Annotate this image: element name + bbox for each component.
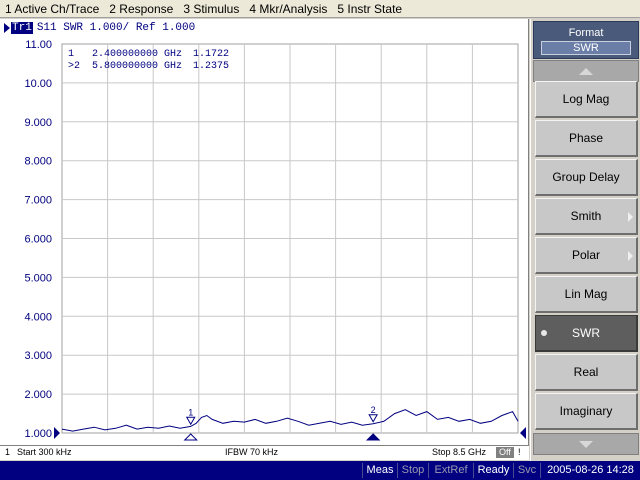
y-tick-label: 8.000: [24, 156, 52, 168]
y-tick-label: 2.000: [24, 389, 52, 401]
softkey-label: Smith: [570, 209, 602, 223]
reference-left-arrow-icon: [54, 427, 60, 439]
menu-item-2[interactable]: 2 Response: [104, 0, 178, 18]
channel-number: 1: [5, 447, 11, 457]
y-tick-label: 5.000: [24, 272, 52, 284]
power-off-indicator: Off: [496, 447, 514, 458]
softkey-label: Lin Mag: [564, 287, 608, 301]
marker-readout-prefix: 1: [68, 49, 74, 60]
y-tick-label: 1.000: [24, 428, 52, 440]
softkey-label: Group Delay: [552, 170, 620, 184]
menu-item-1[interactable]: 1 Active Ch/Trace: [0, 0, 104, 18]
y-tick-label: 6.000: [24, 234, 52, 246]
menu-bar: 1 Active Ch/Trace 2 Response 3 Stimulus 4 M…: [0, 0, 640, 18]
format-menu-title: Format SWR: [533, 21, 639, 59]
marker-readout-prefix: >2: [68, 61, 80, 72]
reference-right-arrow-icon: [520, 427, 526, 439]
channel-info-bar: 1 Start 300 kHz IFBW 70 kHz Stop 8.5 GHz…: [0, 445, 529, 460]
softkey-label: Log Mag: [562, 92, 610, 106]
y-tick-label: 3.000: [24, 350, 52, 362]
start-frequency[interactable]: Start 300 kHz: [17, 447, 72, 457]
format-current-value: SWR: [541, 41, 631, 55]
softkey-label: Phase: [568, 131, 604, 145]
softkey-label: Polar: [571, 248, 600, 262]
selected-indicator-icon: [541, 330, 547, 336]
scroll-up-button[interactable]: [533, 60, 639, 82]
status-bar: Meas Stop ExtRef Ready Svc 2005-08-26 14…: [0, 461, 640, 480]
status-svc: Svc: [513, 463, 540, 478]
trace-header: Tr1 S11 SWR 1.000/ Ref 1.000: [4, 21, 195, 35]
status-ready: Ready: [473, 463, 513, 478]
status-datetime: 2005-08-26 14:28: [540, 463, 640, 478]
menu-item-4[interactable]: 4 Mkr/Analysis: [244, 0, 332, 18]
marker-readout-frequency: 2.400000000 GHz: [92, 49, 182, 60]
status-extref: ExtRef: [428, 463, 473, 478]
softkey-label: SWR: [572, 326, 600, 340]
marker-1-base-icon: [183, 433, 198, 441]
marker-readout-frequency: 5.800000000 GHz: [92, 61, 182, 72]
swr-chart: 11.00 10.00 9.000 8.000 7.000 6.000 5.000 4.000…: [24, 39, 526, 441]
softkey-swr[interactable]: SWR: [535, 315, 638, 352]
arrow-down-icon: [579, 440, 593, 448]
marker-1-label: 1: [188, 407, 193, 417]
softkey-polar[interactable]: Polar: [535, 237, 638, 274]
softkey-imaginary[interactable]: Imaginary: [535, 393, 638, 430]
softkey-panel: Format SWR Log Mag Phase Group Delay Smith P…: [530, 19, 640, 461]
softkey-phase[interactable]: Phase: [535, 120, 638, 157]
softkey-label: Real: [573, 365, 599, 379]
submenu-arrow-icon: [628, 212, 633, 222]
scroll-down-button[interactable]: [533, 433, 639, 455]
marker-2-label: 2: [371, 405, 376, 415]
status-meas: Meas: [362, 463, 397, 478]
stop-frequency[interactable]: Stop 8.5 GHz: [432, 447, 486, 457]
ifbw-readout[interactable]: IFBW 70 kHz: [225, 447, 278, 457]
softkey-group-delay[interactable]: Group Delay: [535, 159, 638, 196]
marker-readout-value: 1.1722: [193, 49, 229, 60]
arrow-up-icon: [579, 67, 593, 75]
warning-flag: !: [518, 447, 521, 457]
softkey-lin-mag[interactable]: Lin Mag: [535, 276, 638, 313]
marker-readout-value: 1.2375: [193, 61, 229, 72]
menu-item-5[interactable]: 5 Instr State: [332, 0, 407, 18]
format-title-label: Format: [568, 27, 604, 39]
y-tick-label: 4.000: [24, 311, 52, 323]
active-trace-arrow-icon: [4, 23, 10, 33]
marker-2-base-icon: [365, 433, 381, 441]
y-tick-label: 7.000: [24, 195, 52, 207]
menu-item-3[interactable]: 3 Stimulus: [178, 0, 244, 18]
submenu-arrow-icon: [628, 251, 633, 261]
y-tick-label: 9.000: [24, 117, 52, 129]
y-tick-label: 10.00: [24, 78, 52, 90]
trace-tag[interactable]: Tr1: [11, 22, 33, 34]
softkey-label: Imaginary: [559, 404, 613, 418]
status-stop: Stop: [397, 463, 428, 478]
y-tick-label: 11.00: [25, 39, 52, 51]
softkey-real[interactable]: Real: [535, 354, 638, 391]
softkey-log-mag[interactable]: Log Mag: [535, 81, 638, 118]
chart-panel: 11.00 10.00 9.000 8.000 7.000 6.000 5.000 4.000…: [0, 19, 529, 445]
softkey-smith[interactable]: Smith: [535, 198, 638, 235]
trace-description: S11 SWR 1.000/ Ref 1.000: [36, 22, 196, 34]
